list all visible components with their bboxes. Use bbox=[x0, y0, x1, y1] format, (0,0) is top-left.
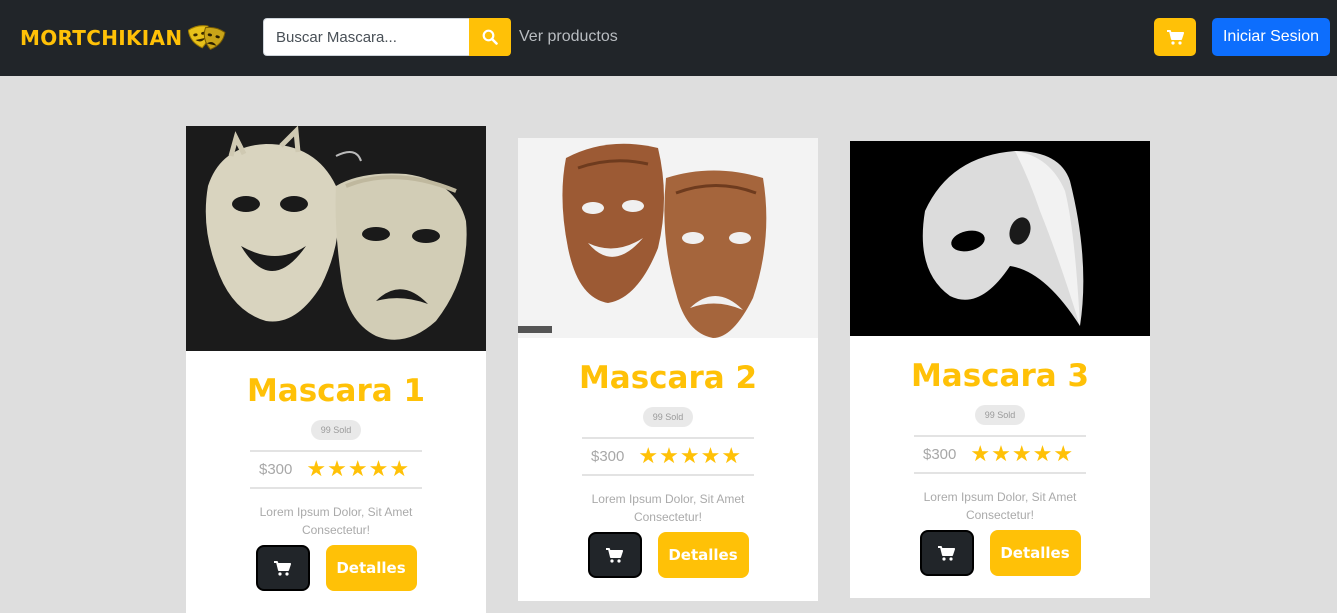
product-card-body: Mascara 2 99 Sold $300 ★ ★ ★ ★ ★ Lorem Ipsum… bbox=[518, 338, 818, 578]
star-icon: ★ bbox=[970, 441, 991, 467]
details-button[interactable]: Detalles bbox=[325, 545, 417, 591]
navbar: MORTCHIKIAN Ver productos bbox=[0, 0, 1337, 76]
star-icon: ★ bbox=[1032, 441, 1053, 467]
star-icon: ★ bbox=[679, 443, 700, 469]
product-card: Mascara 2 99 Sold $300 ★ ★ ★ ★ ★ Lorem Ipsum… bbox=[518, 138, 818, 601]
product-actions: Detalles bbox=[919, 530, 1081, 576]
price-rating-row: $300 ★ ★ ★ ★ ★ bbox=[914, 435, 1086, 474]
search-form bbox=[263, 18, 511, 56]
search-icon bbox=[482, 29, 498, 45]
product-title: Mascara 2 bbox=[578, 360, 758, 396]
star-icon: ★ bbox=[1053, 441, 1074, 467]
product-title: Mascara 1 bbox=[246, 373, 426, 409]
product-price: $300 bbox=[591, 448, 625, 465]
sold-badge: 99 Sold bbox=[974, 405, 1026, 425]
wooden-masks-image bbox=[518, 138, 818, 338]
product-card: Mascara 1 99 Sold $300 ★ ★ ★ ★ ★ Lorem Ipsum… bbox=[186, 126, 486, 613]
star-icon: ★ bbox=[347, 456, 368, 482]
plague-doctor-mask-image bbox=[850, 141, 1150, 336]
search-button[interactable] bbox=[469, 18, 511, 56]
product-image[interactable] bbox=[850, 141, 1150, 336]
price-rating-row: $300 ★ ★ ★ ★ ★ bbox=[582, 437, 754, 476]
theater-masks-icon bbox=[188, 25, 226, 51]
add-to-cart-button[interactable] bbox=[587, 532, 642, 578]
product-card-body: Mascara 1 99 Sold $300 ★ ★ ★ ★ ★ Lorem Ipsum… bbox=[186, 351, 486, 591]
brand-name: MORTCHIKIAN bbox=[20, 26, 183, 50]
sold-badge: 99 Sold bbox=[642, 407, 694, 427]
product-actions: Detalles bbox=[587, 532, 749, 578]
star-icon: ★ bbox=[638, 443, 659, 469]
search-input[interactable] bbox=[263, 18, 469, 56]
product-image[interactable] bbox=[186, 126, 486, 351]
product-image[interactable] bbox=[518, 138, 818, 338]
product-description: Lorem Ipsum Dolor, Sit Amet Consectetur! bbox=[259, 505, 413, 537]
price-rating-row: $300 ★ ★ ★ ★ ★ bbox=[250, 450, 422, 489]
rating-stars: ★ ★ ★ ★ ★ bbox=[306, 456, 410, 482]
details-button[interactable]: Detalles bbox=[989, 530, 1081, 576]
cart-icon bbox=[274, 560, 291, 576]
cart-icon bbox=[606, 547, 623, 563]
login-button[interactable]: Iniciar Sesion bbox=[1212, 18, 1330, 56]
rating-stars: ★ ★ ★ ★ ★ bbox=[638, 443, 742, 469]
star-icon: ★ bbox=[991, 441, 1011, 467]
brand[interactable]: MORTCHIKIAN bbox=[20, 24, 226, 52]
star-icon: ★ bbox=[368, 456, 389, 482]
product-card-body: Mascara 3 99 Sold $300 ★ ★ ★ ★ ★ Lorem Ipsum… bbox=[850, 336, 1150, 576]
product-actions: Detalles bbox=[255, 545, 417, 591]
nav-cart-button[interactable] bbox=[1154, 18, 1196, 56]
comedy-tragedy-masks-image bbox=[186, 126, 486, 351]
details-button[interactable]: Detalles bbox=[657, 532, 749, 578]
sold-badge: 99 Sold bbox=[310, 420, 362, 440]
product-description: Lorem Ipsum Dolor, Sit Amet Consectetur! bbox=[591, 492, 745, 524]
star-icon: ★ bbox=[389, 456, 410, 482]
star-icon: ★ bbox=[721, 443, 742, 469]
star-icon: ★ bbox=[327, 456, 347, 482]
add-to-cart-button[interactable] bbox=[919, 530, 974, 576]
star-icon: ★ bbox=[659, 443, 679, 469]
cart-icon bbox=[938, 545, 955, 561]
star-icon: ★ bbox=[306, 456, 327, 482]
star-icon: ★ bbox=[1011, 441, 1032, 467]
rating-stars: ★ ★ ★ ★ ★ bbox=[970, 441, 1074, 467]
star-icon: ★ bbox=[700, 443, 721, 469]
add-to-cart-button[interactable] bbox=[255, 545, 310, 591]
cart-icon bbox=[1166, 29, 1184, 45]
products-link[interactable]: Ver productos bbox=[519, 28, 618, 46]
product-card: Mascara 3 99 Sold $300 ★ ★ ★ ★ ★ Lorem Ipsum… bbox=[850, 141, 1150, 598]
product-description: Lorem Ipsum Dolor, Sit Amet Consectetur! bbox=[923, 490, 1077, 522]
product-price: $300 bbox=[923, 446, 957, 463]
product-title: Mascara 3 bbox=[910, 358, 1090, 394]
product-price: $300 bbox=[259, 461, 293, 478]
